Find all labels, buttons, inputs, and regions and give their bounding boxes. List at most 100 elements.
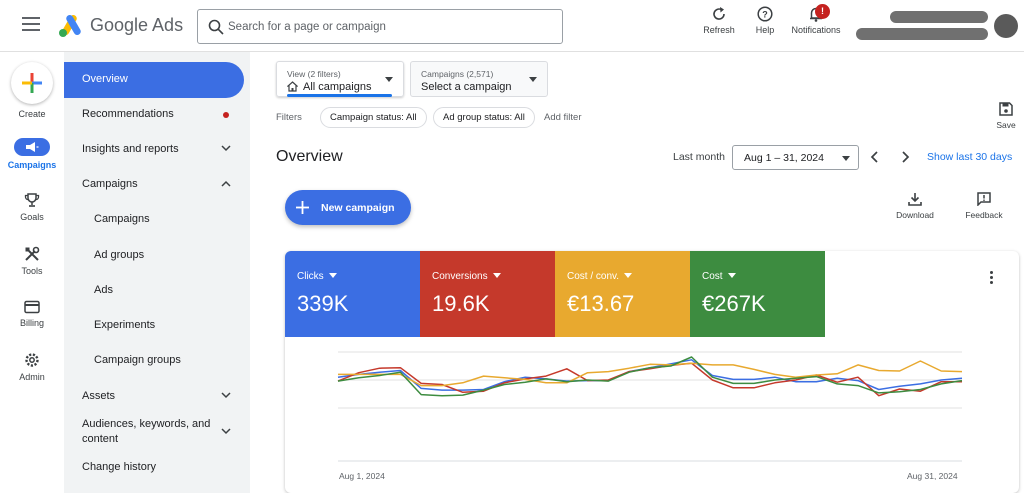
nav-label: Recommendations: [82, 108, 174, 120]
nav-item-campaigns-group[interactable]: Campaigns: [64, 167, 244, 203]
search-icon: [208, 19, 224, 35]
add-filter-link[interactable]: Add filter: [544, 112, 582, 123]
admin-label: Admin: [19, 372, 45, 382]
series-line-2: [338, 360, 963, 387]
campaign-dropdown[interactable]: Campaigns (2,571) Select a campaign: [410, 61, 548, 97]
metric-label: Conversions: [432, 271, 501, 282]
help-button[interactable]: ? Help: [750, 6, 780, 35]
nav-label: Change history: [82, 461, 156, 473]
nav-item-insights[interactable]: Insights and reports: [64, 132, 244, 168]
dropdown-arrow-icon: [328, 273, 337, 278]
metric-tile-clicks[interactable]: Clicks 339K: [285, 251, 420, 337]
nav-item-overview[interactable]: Overview: [64, 62, 244, 98]
menu-icon[interactable]: [22, 17, 40, 31]
campaigns-label: Campaigns: [7, 160, 57, 170]
dropdown-arrow-icon: [624, 273, 633, 278]
date-range-value: Aug 1 – 31, 2024: [744, 152, 824, 164]
refresh-button[interactable]: Refresh: [701, 6, 737, 35]
campaign-dropdown-caption: Campaigns (2,571): [421, 69, 494, 79]
search-box[interactable]: [197, 9, 563, 44]
nav-item-recommendations[interactable]: Recommendations: [64, 97, 244, 133]
feedback-button[interactable]: Feedback: [959, 192, 1009, 220]
metric-tile-cost-per-conv[interactable]: Cost / conv. €13.67: [555, 251, 690, 337]
nav-item-campaign-groups[interactable]: Campaign groups: [64, 343, 244, 379]
create-plus: [11, 62, 53, 104]
new-campaign-label: New campaign: [321, 202, 395, 214]
new-campaign-button[interactable]: New campaign: [285, 190, 411, 225]
view-dropdown[interactable]: View (2 filters) All campaigns: [276, 61, 404, 97]
chevron-down-icon: [221, 392, 231, 399]
filter-chip-campaign-status[interactable]: Campaign status: All: [320, 107, 427, 128]
nav-item-audiences[interactable]: Audiences, keywords, and content: [64, 415, 244, 451]
metric-value: 19.6K: [432, 291, 490, 316]
nav-item-ad-groups[interactable]: Ad groups: [64, 238, 244, 274]
account-id-redacted: [856, 28, 988, 40]
alert-dot: [223, 112, 229, 118]
save-icon: [999, 102, 1013, 116]
brand-name: Google Ads: [90, 15, 184, 35]
page-title: Overview: [276, 148, 343, 165]
google-ads-logo: [59, 15, 81, 37]
nav-panel: Overview Recommendations Insights and re…: [64, 52, 250, 493]
download-button[interactable]: Download: [890, 192, 940, 220]
notifications-label: Notifications: [791, 25, 841, 35]
megaphone-icon: [26, 142, 39, 152]
download-label: Download: [896, 210, 934, 220]
top-bar: Google Ads Refresh ? Help Notifications …: [0, 0, 1024, 52]
trophy-icon: [24, 193, 40, 207]
avatar[interactable]: [994, 14, 1018, 38]
nav-item-campaigns[interactable]: Campaigns: [64, 202, 244, 238]
save-label: Save: [996, 120, 1016, 130]
gear-icon: [25, 353, 39, 367]
dropdown-arrow-icon: [529, 77, 537, 82]
nav-label: Experiments: [94, 319, 156, 331]
nav-label: Audiences, keywords, and content: [82, 418, 211, 445]
rail-item-billing[interactable]: Billing: [0, 300, 64, 328]
svg-text:?: ?: [762, 10, 768, 20]
notifications-button[interactable]: Notifications !: [788, 4, 844, 35]
dropdown-arrow-icon: [385, 77, 393, 82]
feedback-label: Feedback: [965, 210, 1003, 220]
nav-item-experiments[interactable]: Experiments: [64, 308, 244, 344]
previous-period-button[interactable]: [870, 150, 880, 164]
chevron-down-icon: [221, 428, 231, 435]
rail-item-campaigns[interactable]: Campaigns: [0, 138, 64, 170]
help-label: Help: [755, 25, 775, 35]
nav-label: Campaigns: [94, 213, 150, 225]
nav-item-assets[interactable]: Assets: [64, 379, 244, 415]
credit-card-icon: [24, 300, 40, 314]
metric-label: Clicks: [297, 271, 337, 282]
save-button[interactable]: Save: [986, 102, 1024, 130]
nav-label: Insights and reports: [82, 143, 179, 155]
x-axis-end-label: Aug 31, 2024: [907, 471, 958, 481]
filters-label: Filters: [276, 112, 302, 123]
date-range-label: Last month: [673, 151, 725, 163]
account-name-redacted: [890, 11, 988, 23]
rail-item-admin[interactable]: Admin: [0, 352, 64, 382]
goals-label: Goals: [20, 212, 44, 222]
create-button[interactable]: Create: [0, 62, 64, 119]
help-icon: ?: [757, 6, 773, 22]
nav-item-ads[interactable]: Ads: [64, 273, 244, 309]
metric-label: Cost: [702, 271, 736, 282]
metric-tile-conversions[interactable]: Conversions 19.6K: [420, 251, 555, 337]
filter-chip-ad-group-status[interactable]: Ad group status: All: [433, 107, 535, 128]
nav-label: Ads: [94, 284, 113, 296]
active-underline: [287, 94, 392, 97]
next-period-button[interactable]: [900, 150, 910, 164]
notification-badge: !: [815, 4, 830, 19]
view-dropdown-value: All campaigns: [303, 81, 372, 93]
rail-item-goals[interactable]: Goals: [0, 192, 64, 222]
show-last-30-days-link[interactable]: Show last 30 days: [927, 151, 1012, 163]
dropdown-arrow-icon: [492, 273, 501, 278]
chevron-up-icon: [221, 180, 231, 187]
metric-tile-cost[interactable]: Cost €267K: [690, 251, 825, 337]
metric-value: 339K: [297, 291, 349, 316]
nav-item-change-history[interactable]: Change history: [64, 450, 244, 486]
metric-value: €267K: [702, 291, 766, 316]
date-range-dropdown[interactable]: Aug 1 – 31, 2024: [732, 145, 859, 170]
view-dropdown-caption: View (2 filters): [287, 69, 341, 79]
rail-item-tools[interactable]: Tools: [0, 246, 64, 276]
more-options-icon[interactable]: [985, 271, 997, 287]
search-input[interactable]: [228, 17, 548, 37]
